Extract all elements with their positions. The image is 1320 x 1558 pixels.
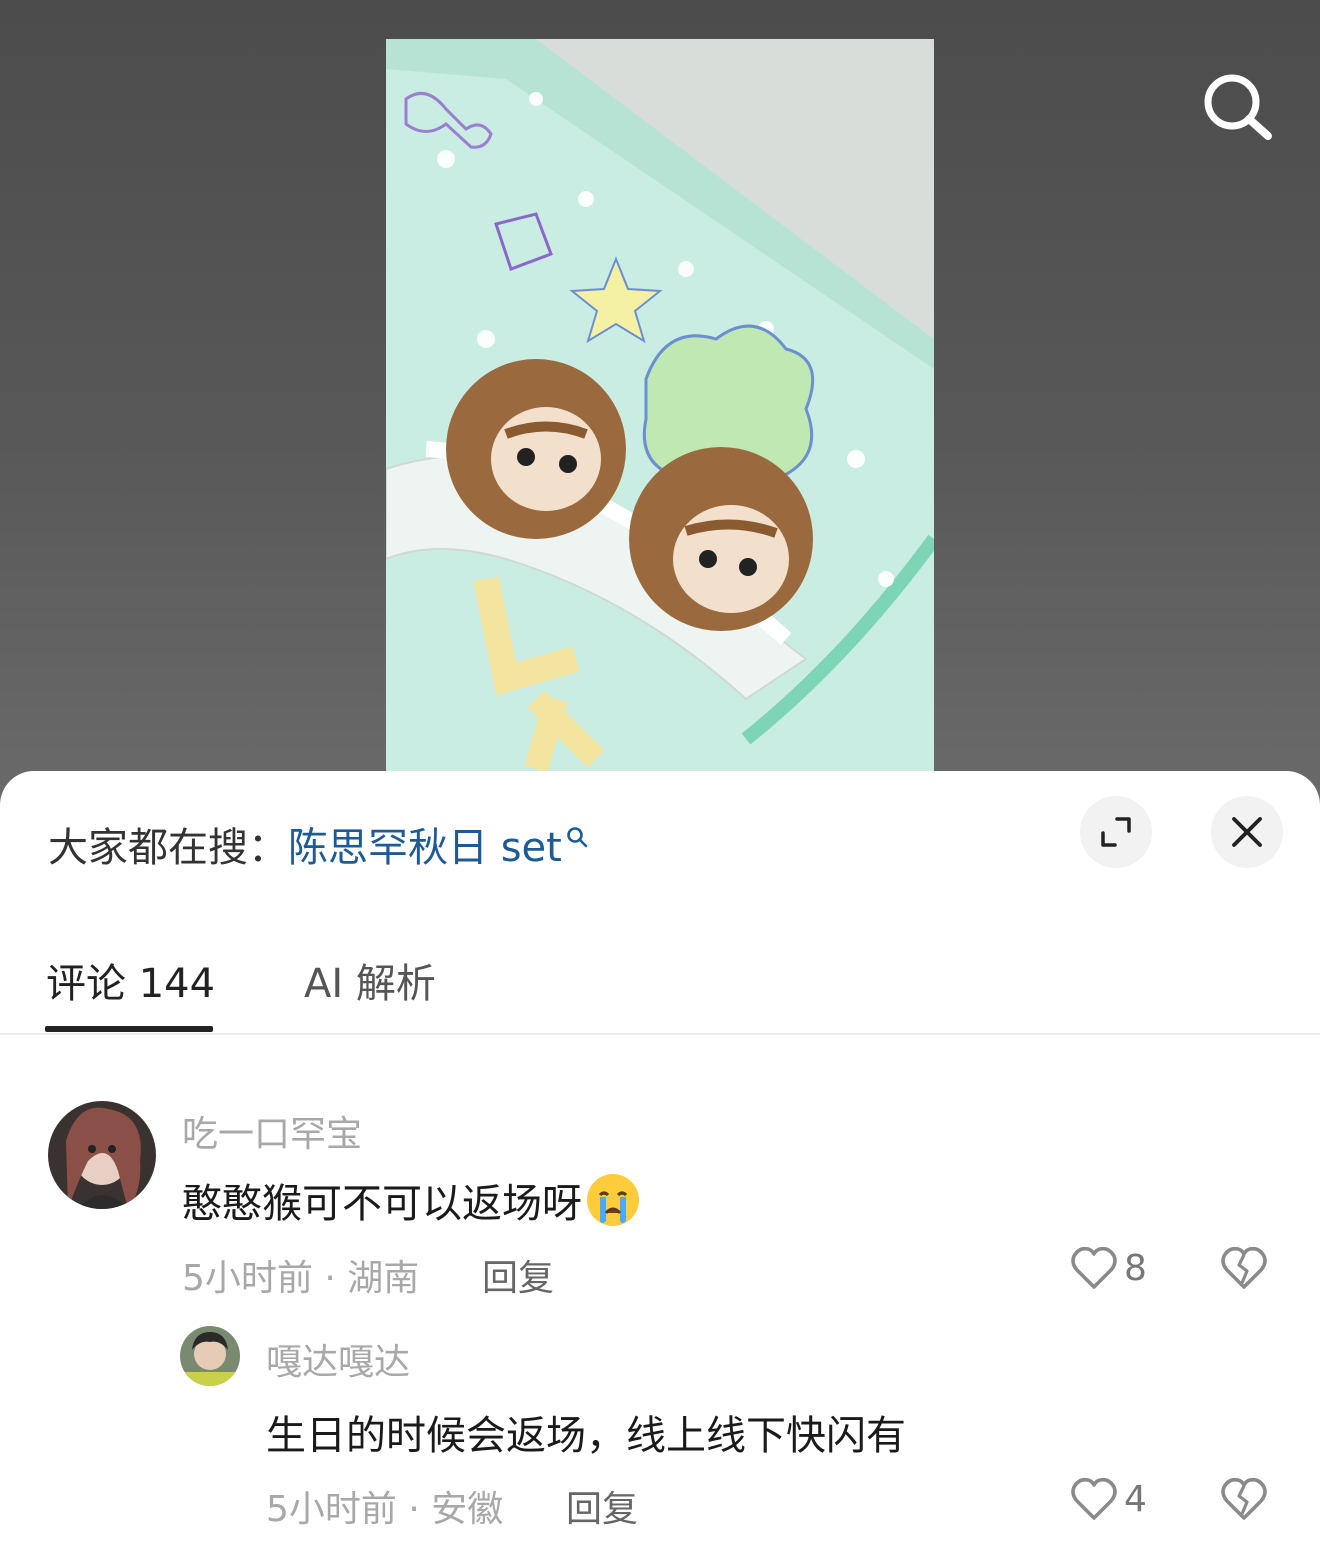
expand-button[interactable]: [1080, 796, 1152, 868]
media-viewer: [0, 0, 1320, 800]
comment-text-content: 憨憨猴可不可以返场呀: [182, 1181, 582, 1227]
search-suggestion-prefix: 大家都在搜：: [48, 825, 288, 871]
comment-time-location: 5小时前 · 安徽: [266, 1489, 504, 1530]
tab-comments[interactable]: 评论 144: [46, 951, 215, 1009]
close-button[interactable]: [1211, 796, 1283, 868]
comment-username[interactable]: 嘎达嘎达: [266, 1333, 410, 1385]
heart-icon: [1071, 1477, 1117, 1520]
reply-button[interactable]: 回复: [482, 1249, 554, 1301]
search-suggestion-query: 陈思罕秋日 set: [288, 825, 562, 871]
search-suggestion: 大家都在搜： 陈思罕秋日 set: [48, 815, 588, 873]
search-suggestion-link[interactable]: 陈思罕秋日 set: [288, 815, 588, 873]
comment-time-location: 5小时前 · 湖南: [182, 1258, 420, 1299]
comment-text: 生日的时候会返场，线上线下快闪有: [266, 1403, 906, 1461]
reply-button[interactable]: 回复: [566, 1480, 638, 1532]
active-tab-indicator: [45, 1026, 213, 1032]
heart-icon: [1071, 1246, 1117, 1289]
comment-text-content: 生日的时候会返场，线上线下快闪有: [266, 1413, 906, 1459]
like-button[interactable]: 4: [1070, 1476, 1147, 1522]
tab-ai-analysis[interactable]: AI 解析: [304, 951, 436, 1009]
like-count: 8: [1124, 1247, 1147, 1289]
like-count: 4: [1124, 1478, 1147, 1520]
search-button[interactable]: [1200, 70, 1276, 146]
broken-heart-icon: [1221, 1246, 1267, 1289]
post-photo[interactable]: [386, 39, 934, 779]
comment-username[interactable]: 吃一口罕宝: [182, 1105, 362, 1157]
avatar[interactable]: [48, 1101, 156, 1209]
dislike-button[interactable]: [1220, 1476, 1268, 1526]
like-button[interactable]: 8: [1070, 1245, 1147, 1291]
broken-heart-icon: [1221, 1477, 1267, 1520]
comments-sheet: 大家都在搜： 陈思罕秋日 set 评论 144 AI 解析 吃一口罕宝 憨憨猴可…: [0, 771, 1320, 1558]
close-icon: [1232, 817, 1262, 847]
tab-bar: 评论 144 AI 解析: [0, 921, 1320, 1035]
search-icon: [1204, 74, 1272, 140]
avatar[interactable]: [180, 1326, 240, 1386]
expand-icon: [1101, 817, 1131, 847]
search-icon: [567, 827, 588, 848]
crying-face-emoji-icon: [587, 1174, 639, 1226]
dislike-button[interactable]: [1220, 1245, 1268, 1295]
comment-text: 憨憨猴可不可以返场呀: [182, 1171, 642, 1229]
